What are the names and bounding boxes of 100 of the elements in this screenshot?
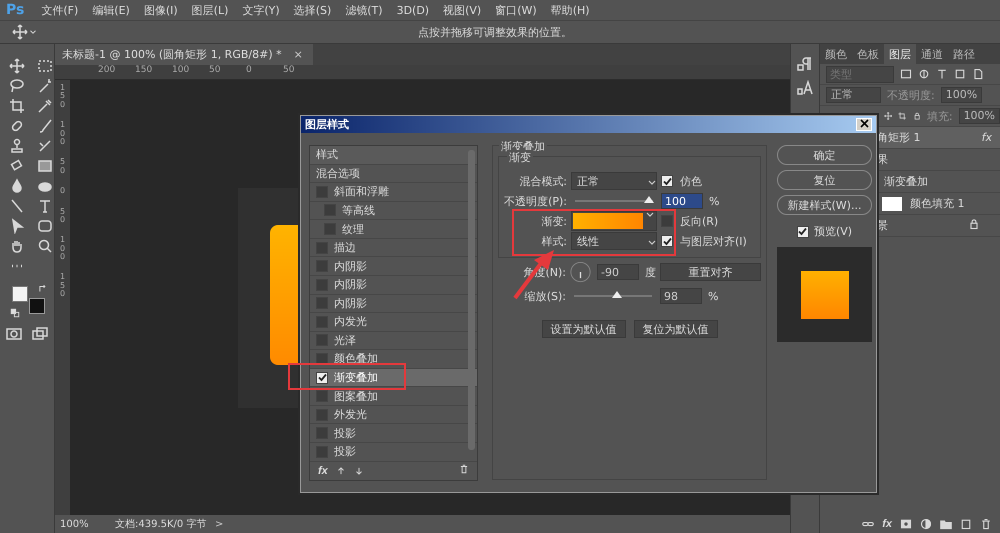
list-item[interactable]: 内阴影 (334, 258, 367, 274)
list-item[interactable]: 内阴影 (334, 277, 367, 292)
trash-icon[interactable] (980, 518, 992, 530)
move-icon[interactable] (9, 58, 25, 74)
opacity-field[interactable]: 100 (661, 193, 703, 209)
magnifier-icon[interactable] (37, 238, 53, 254)
folder-icon[interactable] (940, 518, 952, 530)
slider-thumb[interactable] (612, 291, 622, 298)
artboard-lock-icon[interactable] (898, 110, 907, 122)
checkbox[interactable] (316, 372, 328, 384)
slider-thumb[interactable] (644, 196, 654, 203)
background-color-swatch[interactable] (29, 298, 45, 314)
scrollbar[interactable] (468, 150, 475, 450)
close-button[interactable] (856, 118, 872, 131)
style-dropdown[interactable]: 线性 (571, 232, 657, 250)
menu-item[interactable]: 图层(L) (184, 2, 236, 18)
menu-item[interactable]: 滤镜(T) (338, 2, 390, 18)
swap-arrow-icon[interactable] (38, 284, 48, 294)
bandage-icon[interactable] (9, 118, 25, 134)
move-icon[interactable] (12, 24, 28, 40)
panel-tab[interactable]: 路径 (948, 44, 980, 64)
menu-item[interactable]: 窗口(W) (488, 2, 544, 18)
trash-icon[interactable] (459, 464, 469, 474)
gradient-picker[interactable] (571, 211, 657, 231)
status-menu-button[interactable]: > (215, 518, 224, 530)
new-layer-icon[interactable] (960, 518, 972, 530)
panel-tab[interactable]: 色板 (852, 44, 884, 64)
list-item[interactable]: 外发光 (334, 407, 367, 422)
lock-icon[interactable] (912, 110, 921, 122)
close-tab-button[interactable]: × (294, 48, 303, 61)
dialog-button[interactable]: 确定 (777, 145, 872, 165)
move-lock-icon[interactable] (884, 110, 892, 122)
list-item[interactable]: 斜面和浮雕 (334, 184, 389, 200)
list-item[interactable]: 投影 (334, 426, 356, 441)
foreground-color-swatch[interactable] (12, 286, 28, 302)
list-item[interactable]: 光泽 (334, 332, 356, 348)
type-filter-icon[interactable] (936, 68, 948, 80)
half-circle-icon[interactable] (920, 518, 932, 530)
shape-filter-icon[interactable] (954, 68, 966, 80)
marquee-icon[interactable] (37, 58, 53, 74)
cursor-icon[interactable] (9, 218, 25, 234)
opacity-field[interactable]: 100% (940, 87, 982, 103)
crop-icon[interactable] (9, 98, 25, 114)
checkbox[interactable] (661, 175, 673, 187)
eyedropper-icon[interactable] (37, 98, 53, 114)
default-button[interactable]: 设置为默认值 (542, 320, 626, 338)
layer-name[interactable]: 颜色填充 1 (910, 196, 964, 211)
adjustment-filter-icon[interactable] (918, 68, 930, 80)
checkbox[interactable] (796, 226, 809, 238)
lasso-icon[interactable] (9, 78, 25, 94)
list-item[interactable]: 纹理 (342, 222, 364, 237)
menu-item[interactable]: 文字(Y) (235, 2, 287, 18)
menu-item[interactable]: 3D(D) (390, 4, 436, 16)
checkbox[interactable] (316, 352, 328, 365)
rounded-rectangle-icon[interactable] (37, 218, 53, 234)
default-button[interactable]: 复位为默认值 (634, 320, 718, 338)
menu-item[interactable]: 编辑(E) (85, 2, 137, 18)
screen-mode-icon[interactable] (32, 326, 48, 342)
magic-wand-icon[interactable] (37, 78, 53, 94)
menu-item[interactable]: 图像(I) (136, 2, 185, 18)
dialog-button[interactable]: 新建样式(W)... (777, 195, 872, 215)
checkbox[interactable] (661, 215, 673, 227)
blend-mode-dropdown[interactable]: 正常 (571, 172, 657, 190)
layer-effect-name[interactable]: 渐变叠加 (884, 174, 928, 189)
character-icon[interactable] (797, 80, 813, 96)
image-filter-icon[interactable] (900, 68, 912, 80)
list-item[interactable]: 描边 (334, 240, 356, 256)
list-item[interactable]: 颜色叠加 (334, 351, 378, 366)
down-arrow-icon[interactable] (354, 466, 364, 476)
menu-item[interactable]: 文件(F) (34, 2, 86, 18)
panel-tab[interactable]: 图层 (884, 44, 916, 64)
scale-field[interactable]: 98 (660, 288, 702, 304)
menu-item[interactable]: 帮助(H) (544, 2, 597, 18)
up-arrow-icon[interactable] (336, 466, 346, 476)
fx-button[interactable]: fx (882, 518, 892, 530)
document-tab[interactable]: 未标题-1 @ 100% (圆角矩形 1, RGB/8#) * × (55, 44, 313, 65)
type-icon[interactable] (37, 198, 53, 214)
default-colors-icon[interactable] (10, 308, 20, 318)
quick-mask-icon[interactable] (6, 326, 22, 342)
angle-field[interactable]: -90 (597, 264, 639, 280)
fill-field[interactable]: 100% (958, 108, 1000, 124)
paragraph-icon[interactable] (797, 56, 813, 72)
smart-object-filter-icon[interactable] (972, 68, 984, 80)
blend-mode-dropdown[interactable]: 正常 (826, 87, 881, 103)
list-item[interactable]: 等高线 (342, 202, 375, 218)
fx-button[interactable]: fx (318, 464, 328, 477)
menu-item[interactable]: 选择(S) (286, 2, 338, 18)
mask-icon[interactable] (900, 518, 912, 530)
list-item[interactable]: 投影 (334, 444, 356, 460)
list-item[interactable]: 内阴影 (334, 296, 367, 311)
reset-alignment-button[interactable]: 重置对齐 (660, 263, 761, 281)
dialog-button[interactable]: 复位 (777, 170, 872, 190)
list-item[interactable]: 图案叠加 (334, 388, 378, 404)
menu-item[interactable]: 视图(V) (436, 2, 488, 18)
brush-icon[interactable] (37, 118, 53, 134)
panel-tab[interactable]: 通道 (916, 44, 948, 64)
panel-tab[interactable]: 颜色 (820, 44, 852, 64)
gradient-icon[interactable] (37, 158, 53, 174)
checkbox[interactable] (661, 235, 673, 247)
list-item[interactable]: 内发光 (334, 314, 367, 330)
